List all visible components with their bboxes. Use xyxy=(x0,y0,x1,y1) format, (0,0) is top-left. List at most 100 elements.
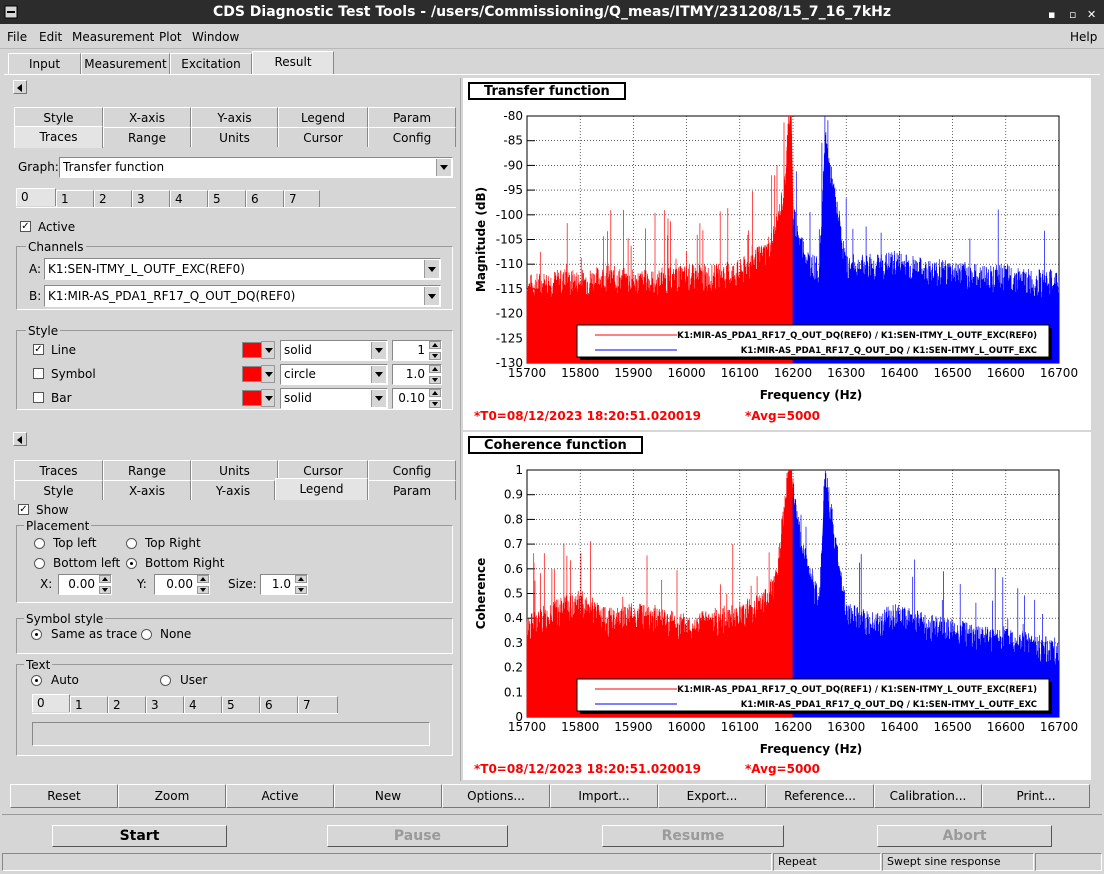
tab-style[interactable]: Style xyxy=(14,107,103,127)
tab-legend[interactable]: Legend xyxy=(275,478,368,500)
bar-checkbox[interactable] xyxy=(33,392,44,403)
tab-cursor[interactable]: Cursor xyxy=(278,127,368,147)
text-tab-0[interactable]: 0 xyxy=(32,694,70,712)
trace-tab-6[interactable]: 6 xyxy=(246,190,284,208)
pause-button[interactable]: Pause xyxy=(327,825,508,847)
spin-up-icon[interactable] xyxy=(429,389,441,397)
placement-top-right-radio[interactable] xyxy=(126,538,137,549)
tab-param[interactable]: Param xyxy=(368,107,456,127)
collapse-panel-button[interactable] xyxy=(13,432,27,446)
chevron-down-icon[interactable] xyxy=(261,389,275,407)
tab-range[interactable]: Range xyxy=(103,127,191,147)
chevron-down-icon[interactable] xyxy=(261,365,275,383)
graph-select[interactable]: Transfer function xyxy=(59,157,453,178)
placement-bottom-left-radio[interactable] xyxy=(34,558,45,569)
text-tab-7[interactable]: 7 xyxy=(298,696,338,714)
import-button[interactable]: Import... xyxy=(550,784,658,808)
tab-traces[interactable]: Traces xyxy=(14,460,103,480)
bar-width-spinner[interactable]: 0.10 xyxy=(392,388,442,409)
transfer-function-chart[interactable]: 15700 15800 15900 16000 16100 16200 16300 16400… xyxy=(463,78,1091,430)
tab-traces[interactable]: Traces xyxy=(14,126,103,148)
tab-range[interactable]: Range xyxy=(103,460,191,480)
minimize-icon[interactable]: ▪ xyxy=(1048,3,1055,27)
abort-button[interactable]: Abort xyxy=(877,825,1052,847)
close-icon[interactable]: ✕ xyxy=(1087,3,1096,27)
chevron-down-icon[interactable] xyxy=(436,159,451,176)
tab-x-axis[interactable]: X-axis xyxy=(103,480,191,500)
chevron-down-icon[interactable] xyxy=(261,341,275,359)
channel-b-select[interactable]: K1:MIR-AS_PDA1_RF17_Q_OUT_DQ(REF0) xyxy=(44,285,441,307)
menu-help[interactable]: Help xyxy=(1070,30,1097,44)
reference-button[interactable]: Reference... xyxy=(766,784,874,808)
menu-file[interactable]: File xyxy=(7,30,27,44)
menu-edit[interactable]: Edit xyxy=(39,30,62,44)
active-button[interactable]: Active xyxy=(226,784,334,808)
spin-up-icon[interactable] xyxy=(429,365,441,373)
text-tab-5[interactable]: 5 xyxy=(222,696,260,714)
tab-measurement[interactable]: Measurement xyxy=(81,53,170,75)
window-menu-icon[interactable] xyxy=(4,5,18,19)
text-tab-2[interactable]: 2 xyxy=(108,696,146,714)
symbol-none-radio[interactable] xyxy=(141,629,152,640)
tab-y-axis[interactable]: Y-axis xyxy=(191,480,275,500)
text-auto-radio[interactable] xyxy=(31,675,42,686)
chevron-down-icon[interactable] xyxy=(371,342,386,359)
text-tab-1[interactable]: 1 xyxy=(70,696,108,714)
symbol-checkbox[interactable] xyxy=(33,368,44,379)
menu-window[interactable]: Window xyxy=(192,30,239,44)
text-tab-4[interactable]: 4 xyxy=(184,696,222,714)
symbol-same-as-trace-radio[interactable] xyxy=(31,629,42,640)
trace-tab-3[interactable]: 3 xyxy=(132,190,170,208)
tab-cursor[interactable]: Cursor xyxy=(278,460,368,480)
chevron-down-icon[interactable] xyxy=(371,366,386,383)
legend-size-spinner[interactable]: 1.0 xyxy=(260,574,308,595)
text-tab-3[interactable]: 3 xyxy=(146,696,184,714)
spin-up-icon[interactable] xyxy=(429,341,441,349)
collapse-panel-button[interactable] xyxy=(13,80,27,94)
trace-tab-5[interactable]: 5 xyxy=(208,190,246,208)
spin-up-icon[interactable] xyxy=(295,575,307,583)
tab-excitation[interactable]: Excitation xyxy=(170,53,252,75)
symbol-type-select[interactable]: circle xyxy=(280,364,388,385)
tab-legend[interactable]: Legend xyxy=(278,107,368,127)
spin-down-icon[interactable] xyxy=(295,586,307,594)
active-checkbox[interactable]: ✓ xyxy=(20,221,31,232)
tab-style[interactable]: Style xyxy=(14,480,103,500)
channel-a-select[interactable]: K1:SEN-ITMY_L_OUTF_EXC(REF0) xyxy=(44,258,441,280)
options-button[interactable]: Options... xyxy=(442,784,550,808)
tab-config[interactable]: Config xyxy=(368,460,456,480)
new-button[interactable]: New xyxy=(334,784,442,808)
bar-type-select[interactable]: solid xyxy=(280,388,388,409)
legend-text-field[interactable] xyxy=(32,722,430,746)
spin-down-icon[interactable] xyxy=(99,586,111,594)
placement-top-left-radio[interactable] xyxy=(34,538,45,549)
maximize-icon[interactable]: ▫ xyxy=(1069,3,1076,27)
chevron-down-icon[interactable] xyxy=(424,260,439,278)
spin-down-icon[interactable] xyxy=(429,400,441,408)
print-button[interactable]: Print... xyxy=(982,784,1090,808)
tab-input[interactable]: Input xyxy=(8,53,81,75)
export-button[interactable]: Export... xyxy=(658,784,766,808)
chevron-down-icon[interactable] xyxy=(424,287,439,305)
start-button[interactable]: Start xyxy=(52,825,227,847)
menu-measurement[interactable]: Measurement xyxy=(72,30,154,44)
spin-up-icon[interactable] xyxy=(197,575,209,583)
trace-tab-1[interactable]: 1 xyxy=(56,190,94,208)
spin-up-icon[interactable] xyxy=(99,575,111,583)
zoom-button[interactable]: Zoom xyxy=(118,784,226,808)
calibration-button[interactable]: Calibration... xyxy=(874,784,982,808)
symbol-size-spinner[interactable]: 1.0 xyxy=(392,364,442,385)
trace-tab-4[interactable]: 4 xyxy=(170,190,208,208)
coherence-function-chart[interactable]: 15700 15800 15900 16000 16100 16200 16300 16400… xyxy=(463,432,1091,780)
trace-tab-0[interactable]: 0 xyxy=(16,188,56,206)
chevron-down-icon[interactable] xyxy=(371,390,386,407)
tab-y-axis[interactable]: Y-axis xyxy=(191,107,278,127)
show-legend-checkbox[interactable]: ✓ xyxy=(18,504,29,515)
legend-y-spinner[interactable]: 0.00 xyxy=(154,574,210,595)
reset-button[interactable]: Reset xyxy=(10,784,118,808)
text-user-radio[interactable] xyxy=(160,675,171,686)
tab-units[interactable]: Units xyxy=(191,460,278,480)
line-color-swatch[interactable] xyxy=(242,342,262,358)
line-checkbox[interactable]: ✓ xyxy=(33,344,44,355)
line-width-spinner[interactable]: 1 xyxy=(392,340,442,361)
